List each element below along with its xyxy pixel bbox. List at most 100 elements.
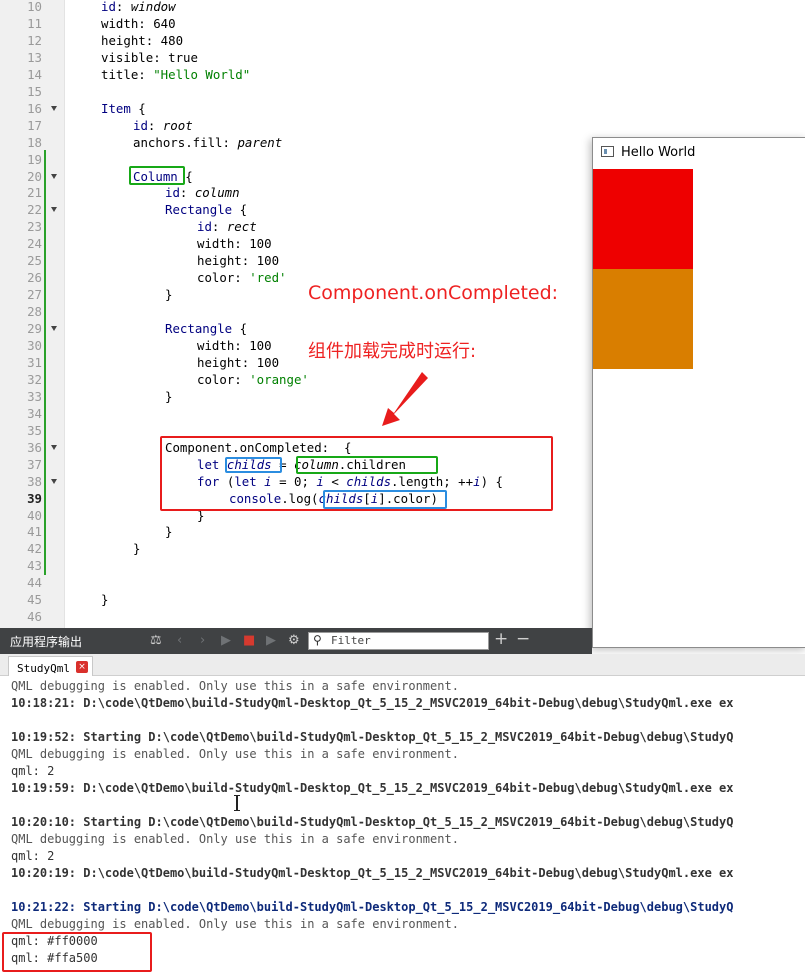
line-number: 34 xyxy=(27,405,42,421)
gear-icon[interactable]: ⚙ xyxy=(288,633,300,649)
application-output-log[interactable]: QML debugging is enabled. Only use this … xyxy=(0,676,805,965)
log-line: QML debugging is enabled. Only use this … xyxy=(11,917,459,931)
line-number: 33 xyxy=(27,388,42,404)
filter-placeholder: Filter xyxy=(331,634,371,647)
output-pane-toolbar: 应用程序输出 ⚖ ‹ › ▶ ■ ▶ ⚙ ⚲ Filter + − xyxy=(0,628,592,654)
line-number: 43 xyxy=(27,558,42,574)
line-number: 21 xyxy=(27,185,42,201)
code-text: title: "Hello World" xyxy=(101,66,251,82)
line-number: 13 xyxy=(27,49,42,65)
line-number: 19 xyxy=(27,151,42,167)
code-line[interactable]: 16 Item { xyxy=(0,100,805,117)
code-line[interactable]: 15 xyxy=(0,83,805,100)
line-number: 42 xyxy=(27,541,42,557)
code-text: id: root xyxy=(133,117,193,133)
log-line: 10:19:52: Starting D:\code\QtDemo\build-… xyxy=(11,730,734,744)
code-text: } xyxy=(165,388,173,404)
orange-rectangle xyxy=(593,269,693,369)
annotation-subtitle: 组件加载完成时运行: xyxy=(308,341,477,362)
run-icon[interactable]: ▶ xyxy=(221,633,231,649)
zoom-out-icon[interactable]: − xyxy=(516,631,530,648)
stop-icon[interactable]: ■ xyxy=(243,633,255,649)
filter-input[interactable]: ⚲ Filter xyxy=(308,632,489,650)
line-number: 26 xyxy=(27,270,42,286)
code-text: visible: true xyxy=(101,49,198,65)
code-text: } xyxy=(165,287,173,303)
code-text: } xyxy=(101,592,109,608)
line-number: 45 xyxy=(27,592,42,608)
code-text: Item { xyxy=(101,100,146,116)
line-number: 16 xyxy=(27,100,42,116)
line-number: 44 xyxy=(27,575,42,591)
close-icon[interactable]: × xyxy=(75,660,88,673)
output-tab-bar: StudyQml × xyxy=(0,654,805,676)
search-icon: ⚲ xyxy=(313,633,322,647)
fold-arrow-icon[interactable] xyxy=(51,326,57,332)
code-text: width: 100 xyxy=(197,338,272,353)
log-line: QML debugging is enabled. Only use this … xyxy=(11,747,459,761)
line-number: 25 xyxy=(27,253,42,269)
line-number: 11 xyxy=(27,15,42,31)
code-text: height: 480 xyxy=(101,32,184,48)
qml-output-highlight-box xyxy=(2,932,152,972)
code-line[interactable]: 13 visible: true xyxy=(0,49,805,66)
line-number: 37 xyxy=(27,456,42,472)
text-cursor-icon xyxy=(234,795,240,811)
line-number: 27 xyxy=(27,287,42,303)
log-line: QML debugging is enabled. Only use this … xyxy=(11,832,459,846)
fold-arrow-icon[interactable] xyxy=(51,478,57,484)
zoom-in-icon[interactable]: + xyxy=(494,631,508,648)
fold-arrow-icon[interactable] xyxy=(51,173,57,179)
window-title-bar[interactable]: Hello World xyxy=(593,138,805,168)
window-title: Hello World xyxy=(621,145,696,160)
hello-world-window[interactable]: Hello World xyxy=(592,137,805,648)
line-number: 31 xyxy=(27,354,42,370)
output-pane-title: 应用程序输出 xyxy=(10,635,83,649)
line-number: 30 xyxy=(27,338,42,353)
line-number: 22 xyxy=(27,202,42,218)
attach-process-icon[interactable]: ⚖ xyxy=(150,633,162,649)
code-text: } xyxy=(165,524,173,540)
fold-arrow-icon[interactable] xyxy=(51,105,57,111)
code-line[interactable]: 14 title: "Hello World" xyxy=(0,66,805,83)
line-number: 39 xyxy=(27,490,42,506)
debug-run-icon[interactable]: ▶ xyxy=(266,633,276,649)
code-text: Rectangle { xyxy=(165,202,248,218)
annotation-title: Component.onCompleted: xyxy=(308,282,559,304)
line-number: 12 xyxy=(27,32,42,48)
code-text: height: 100 xyxy=(197,354,280,370)
line-number: 46 xyxy=(27,609,42,625)
line-number: 38 xyxy=(27,473,42,489)
next-icon[interactable]: › xyxy=(200,633,205,649)
line-number: 20 xyxy=(27,168,42,184)
line-number: 17 xyxy=(27,117,42,133)
code-line[interactable]: 10 id: window xyxy=(0,0,805,15)
line-number: 23 xyxy=(27,219,42,235)
line-number: 36 xyxy=(27,439,42,455)
log-line: 10:20:19: D:\code\QtDemo\build-StudyQml-… xyxy=(11,866,734,880)
line-number: 14 xyxy=(27,66,42,82)
code-text: } xyxy=(133,541,141,557)
line-number: 40 xyxy=(27,507,42,523)
line-number: 29 xyxy=(27,321,42,337)
column-highlight-box xyxy=(129,166,185,185)
code-line[interactable]: 11 width: 640 xyxy=(0,15,805,32)
code-text: height: 100 xyxy=(197,253,280,269)
line-number: 28 xyxy=(27,304,42,320)
code-line[interactable]: 17 id: root xyxy=(0,117,805,134)
code-line[interactable]: 12 height: 480 xyxy=(0,32,805,49)
previous-icon[interactable]: ‹ xyxy=(177,633,182,649)
log-line: qml: 2 xyxy=(11,764,55,778)
code-text: color: 'red' xyxy=(197,270,287,286)
fold-arrow-icon[interactable] xyxy=(51,444,57,450)
log-line: 10:21:22: Starting D:\code\QtDemo\build-… xyxy=(11,900,734,914)
code-text: Rectangle { xyxy=(165,321,248,337)
line-number: 41 xyxy=(27,524,42,540)
fold-arrow-icon[interactable] xyxy=(51,207,57,213)
on-completed-highlight-box xyxy=(160,436,553,511)
log-line: 10:19:59: D:\code\QtDemo\build-StudyQml-… xyxy=(11,781,734,795)
window-app-icon xyxy=(601,146,614,157)
tab-studyqml[interactable]: StudyQml × xyxy=(8,656,93,676)
log-line: 10:18:21: D:\code\QtDemo\build-StudyQml-… xyxy=(11,696,734,710)
code-text: id: column xyxy=(165,185,240,201)
